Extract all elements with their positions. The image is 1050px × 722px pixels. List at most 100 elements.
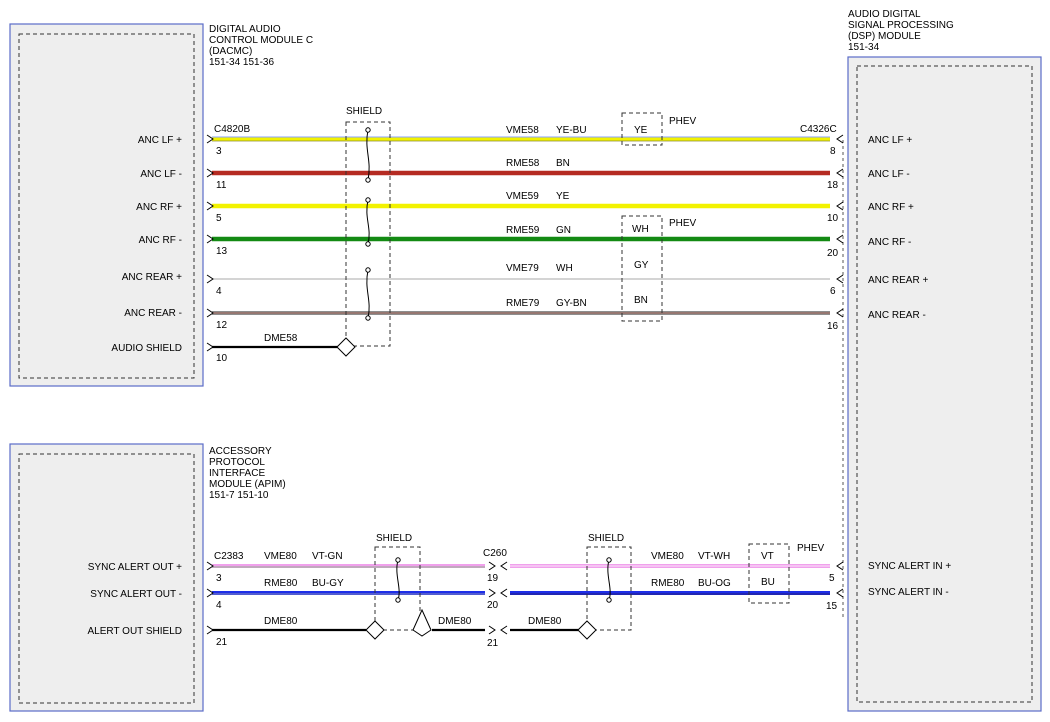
pin-number: 18 <box>827 180 839 191</box>
pin-arrow-icon <box>206 625 214 635</box>
pin-arrow-icon <box>488 625 496 635</box>
pin-label: ANC LF + <box>868 135 912 146</box>
pin-arrow-icon <box>206 588 214 598</box>
pin-number: 16 <box>827 321 839 332</box>
apim-title-4: MODULE (APIM) <box>209 479 286 490</box>
lower-shield-right: SHIELD <box>577 533 632 640</box>
pin-number: 10 <box>827 213 839 224</box>
wire-label-circuit: RME58 <box>506 158 540 169</box>
wire-label-circuit: DME80 <box>264 616 298 627</box>
wire-label-circuit: VME80 <box>651 551 684 562</box>
pin-label: SYNC ALERT OUT - <box>90 589 182 600</box>
phev-vt: VT <box>761 551 774 562</box>
pin-label: SYNC ALERT OUT + <box>88 562 182 573</box>
pin-arrow-icon <box>836 201 844 211</box>
lower-shield-right-label: SHIELD <box>588 533 624 544</box>
shield-drain-symbol <box>412 608 432 637</box>
phev-bn: BN <box>634 295 648 306</box>
pin-label: ANC RF - <box>139 235 182 246</box>
pin-arrow-icon <box>836 308 844 318</box>
phev-label-1: PHEV <box>669 116 697 127</box>
pin-number: 20 <box>827 248 839 259</box>
phev-wh: WH <box>632 224 649 235</box>
pin-label: ALERT OUT SHIELD <box>88 626 182 637</box>
wire-label-color: VT-GN <box>312 551 343 562</box>
upper-shield-label: SHIELD <box>346 106 382 117</box>
wire-label-circuit: DME58 <box>264 333 298 344</box>
dacmc-title-3: (DACMC) <box>209 46 252 57</box>
apim-title-1: ACCESSORY <box>209 446 272 457</box>
pin-arrow-icon <box>488 588 496 598</box>
pin-arrow-icon <box>836 588 844 598</box>
lower-shield-left-label: SHIELD <box>376 533 412 544</box>
pin-label: ANC LF - <box>868 169 910 180</box>
wiring-diagram-svg: DIGITAL AUDIO CONTROL MODULE C (DACMC) 1… <box>9 9 1042 712</box>
wire-label-circuit: RME80 <box>651 578 685 589</box>
wiring-diagram: DIGITAL AUDIO CONTROL MODULE C (DACMC) 1… <box>0 0 1050 722</box>
pin-number: 4 <box>216 286 222 297</box>
pin-label: ANC RF + <box>136 202 182 213</box>
wire-label-color: WH <box>556 263 573 274</box>
apim-refs: 151-7 151-10 <box>209 490 269 501</box>
wire-rme80-left <box>212 591 485 595</box>
dacmc-title-1: DIGITAL AUDIO <box>209 24 281 35</box>
phev-label-3: PHEV <box>797 543 825 554</box>
lower-shield-left: SHIELD <box>365 533 432 640</box>
connector-id: C260 <box>483 548 507 559</box>
dsp-title-1: AUDIO DIGITAL <box>848 9 921 20</box>
phev-gy: GY <box>634 260 649 271</box>
pin-label: ANC REAR - <box>124 308 182 319</box>
pin-label: ANC REAR - <box>868 310 926 321</box>
pin-label: ANC REAR + <box>122 272 182 283</box>
wire-label-color: BU-OG <box>698 578 731 589</box>
pin-arrow-icon <box>206 134 214 144</box>
pin-number: 21 <box>487 638 499 649</box>
wire-vme80-left <box>212 564 485 568</box>
connector-id: C4326C <box>800 124 837 135</box>
upper-shield-drain-symbol <box>336 337 356 357</box>
pin-number: 12 <box>216 320 228 331</box>
wire-label-circuit: DME80 <box>528 616 562 627</box>
connector-id: C4820B <box>214 124 250 135</box>
pin-label: ANC RF - <box>868 237 911 248</box>
apim-title-2: PROTOCOL <box>209 457 265 468</box>
pin-arrow-icon <box>206 201 214 211</box>
pin-arrow-icon <box>500 588 508 598</box>
pin-arrow-icon <box>500 561 508 571</box>
wire-label-color: BN <box>556 158 570 169</box>
dacmc-title-2: CONTROL MODULE C <box>209 35 313 46</box>
upper-shield: SHIELD <box>336 106 391 357</box>
wire-label-color: YE <box>556 191 570 202</box>
apim-module: ACCESSORY PROTOCOL INTERFACE MODULE (API… <box>9 443 286 712</box>
pin-number: 3 <box>216 146 222 157</box>
wire-label-color: YE-BU <box>556 125 587 136</box>
pin-arrow-icon <box>206 234 214 244</box>
dsp-module: AUDIO DIGITAL SIGNAL PROCESSING (DSP) MO… <box>847 9 1042 712</box>
pin-arrow-icon <box>836 168 844 178</box>
lower-wire-labels: VME80 VT-GN RME80 BU-GY DME80 DME80 VME8… <box>264 551 731 627</box>
pin-number: 5 <box>216 213 222 224</box>
pin-number: 19 <box>487 573 499 584</box>
inline-connector-c260: C260 19 20 21 <box>483 548 507 649</box>
wire-rme80-right <box>510 591 830 595</box>
pin-number: 13 <box>216 246 228 257</box>
pin-arrow-icon <box>836 234 844 244</box>
wire-label-circuit: VME59 <box>506 191 539 202</box>
wire-label-circuit: RME80 <box>264 578 298 589</box>
phev-ye: YE <box>634 125 648 136</box>
pin-label: AUDIO SHIELD <box>111 343 182 354</box>
dsp-refs: 151-34 <box>848 42 880 53</box>
pin-arrow-icon <box>488 561 496 571</box>
apim-title-3: INTERFACE <box>209 468 265 479</box>
wire-label-circuit: VME58 <box>506 125 539 136</box>
pin-arrow-icon <box>206 308 214 318</box>
phev-upper: YE PHEV WH GY BN PHEV <box>621 112 697 322</box>
pin-label: ANC LF + <box>138 135 182 146</box>
wire-label-color: BU-GY <box>312 578 344 589</box>
pin-number: 8 <box>830 146 836 157</box>
pin-arrow-icon <box>836 274 844 284</box>
dacmc-refs: 151-34 151-36 <box>209 57 274 68</box>
pin-arrow-icon <box>836 134 844 144</box>
pin-label: SYNC ALERT IN + <box>868 561 951 572</box>
wire-label-color: VT-WH <box>698 551 730 562</box>
